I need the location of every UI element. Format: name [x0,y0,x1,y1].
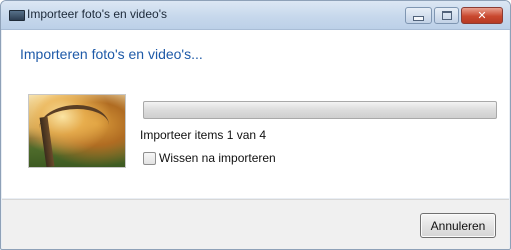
dialog-heading: Importeren foto's en video's... [20,46,203,62]
maximize-icon [435,8,458,23]
title-bar[interactable]: Importeer foto's en video's ✕ [1,1,510,30]
import-progress-bar [143,101,497,119]
import-dialog-window: Importeer foto's en video's ✕ Importeren… [0,0,511,250]
erase-after-import-checkbox[interactable] [143,151,156,165]
photo-thumbnail [28,94,126,168]
minimize-icon [406,8,431,23]
window-controls: ✕ [405,7,503,24]
window-title: Importeer foto's en video's [27,7,167,21]
erase-after-import-label[interactable]: Wissen na importeren [159,151,276,165]
dialog-content: Importeren foto's en video's... Importee… [2,30,509,198]
scanner-camera-icon [9,10,25,21]
maximize-button[interactable] [434,7,459,24]
dialog-footer: Annuleren [2,199,509,249]
close-icon: ✕ [477,9,487,22]
import-status-text: Importeer items 1 van 4 [140,128,267,142]
minimize-button[interactable] [405,7,432,24]
erase-after-import-option[interactable]: Wissen na importeren [143,151,276,165]
cancel-button[interactable]: Annuleren [420,213,496,238]
close-button[interactable]: ✕ [461,7,503,24]
